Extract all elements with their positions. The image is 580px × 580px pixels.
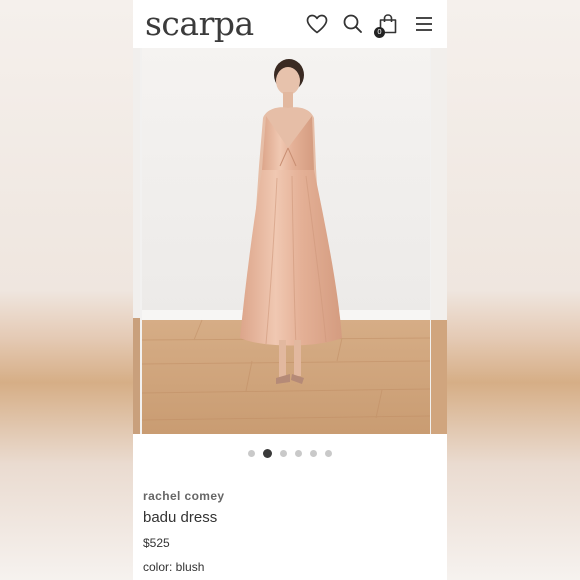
pagination-dot[interactable] bbox=[248, 450, 255, 457]
product-image-gallery[interactable] bbox=[133, 48, 447, 434]
site-header: scarpa 0 bbox=[133, 0, 447, 48]
pagination-dot[interactable] bbox=[325, 450, 332, 457]
next-slide-image[interactable] bbox=[431, 48, 447, 434]
product-page: scarpa 0 rachel comey badu dress $525 co… bbox=[133, 0, 447, 580]
pagination-dot[interactable] bbox=[310, 450, 317, 457]
search-icon[interactable] bbox=[341, 12, 365, 36]
product-price: $525 bbox=[143, 536, 170, 550]
site-logo[interactable]: scarpa bbox=[145, 4, 254, 43]
menu-icon[interactable] bbox=[412, 12, 436, 36]
product-image[interactable] bbox=[142, 48, 430, 434]
gallery-pagination bbox=[133, 449, 447, 459]
pagination-dot-active[interactable] bbox=[263, 449, 272, 458]
heart-icon[interactable] bbox=[305, 12, 329, 36]
background-left bbox=[0, 0, 133, 580]
pagination-dot[interactable] bbox=[280, 450, 287, 457]
cart-count-badge: 0 bbox=[374, 27, 385, 38]
product-brand[interactable]: rachel comey bbox=[143, 489, 225, 503]
background-right bbox=[447, 0, 580, 580]
product-color: color: blush bbox=[143, 560, 205, 574]
product-title: badu dress bbox=[143, 509, 218, 526]
pagination-dot[interactable] bbox=[295, 450, 302, 457]
previous-slide-image[interactable] bbox=[133, 48, 140, 434]
